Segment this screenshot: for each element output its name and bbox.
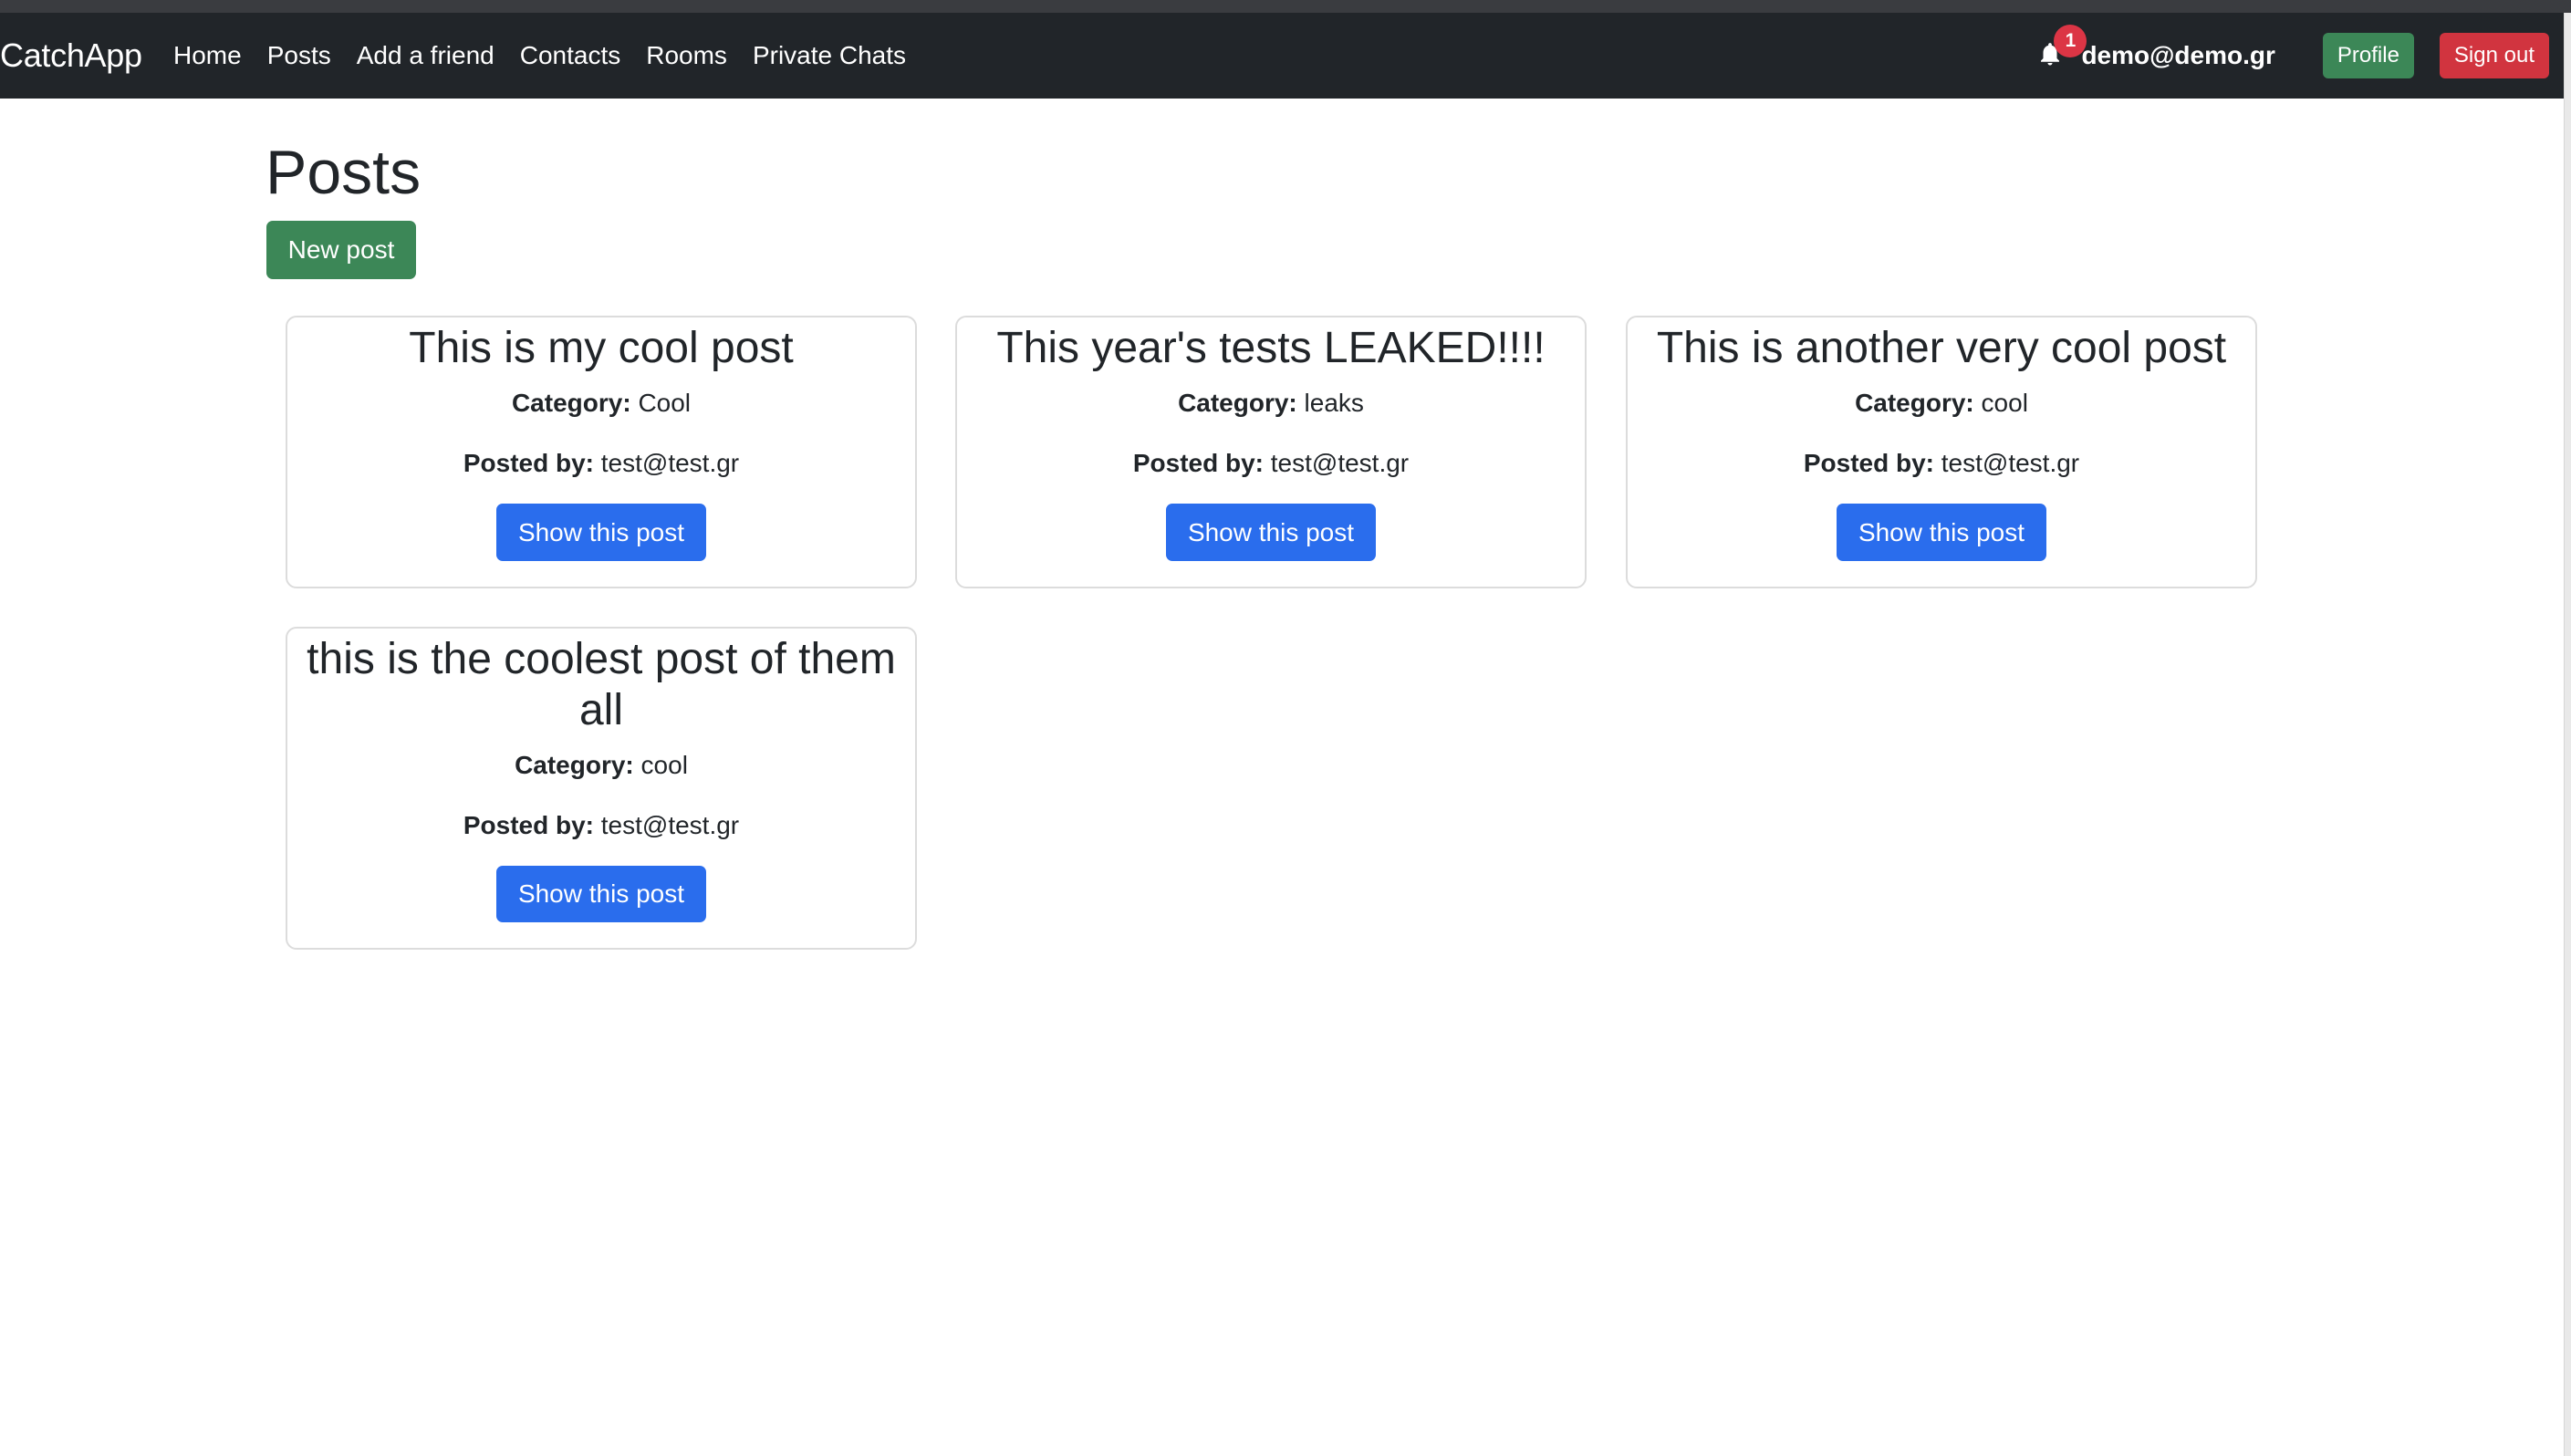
nav-link-add-friend[interactable]: Add a friend <box>357 41 494 70</box>
category-value: cool <box>640 751 688 779</box>
profile-button[interactable]: Profile <box>2322 33 2414 78</box>
post-title: This is another very cool post <box>1656 324 2227 372</box>
post-category: Category: cool <box>515 749 688 782</box>
nav-link-contacts[interactable]: Contacts <box>520 41 621 70</box>
post-title: this is the coolest post of them all <box>307 635 896 734</box>
sign-out-button[interactable]: Sign out <box>2439 33 2549 78</box>
post-title: This year's tests LEAKED!!!! <box>996 324 1546 372</box>
post-card: this is the coolest post of them all Cat… <box>286 627 917 950</box>
navbar: CatchApp Home Posts Add a friend Contact… <box>0 13 2564 99</box>
posted-by-label: Posted by: <box>1803 449 1934 477</box>
post-category: Category: leaks <box>1178 387 1364 420</box>
brand-logo-text[interactable]: CatchApp <box>0 13 142 99</box>
post-author: Posted by: test@test.gr <box>463 447 739 480</box>
post-title: This is my cool post <box>409 324 794 372</box>
post-author: Posted by: test@test.gr <box>463 809 739 842</box>
category-label: Category: <box>1178 389 1297 417</box>
category-value: leaks <box>1304 389 1364 417</box>
nav-user-area: 1 demo@demo.gr Profile Sign out <box>2032 13 2564 99</box>
category-label: Category: <box>511 389 631 417</box>
category-label: Category: <box>515 751 634 779</box>
category-value: Cool <box>638 389 692 417</box>
show-post-button[interactable]: Show this post <box>496 866 706 922</box>
category-value: cool <box>1981 389 2028 417</box>
posted-by-label: Posted by: <box>463 811 594 839</box>
posted-by-label: Posted by: <box>1132 449 1264 477</box>
post-card: This is another very cool post Category:… <box>1626 316 2257 588</box>
window-top-strip <box>0 0 2571 13</box>
post-author: Posted by: test@test.gr <box>1133 447 1409 480</box>
posted-by-value: test@test.gr <box>600 449 740 477</box>
category-label: Category: <box>1855 389 1974 417</box>
posted-by-value: test@test.gr <box>1270 449 1410 477</box>
post-author: Posted by: test@test.gr <box>1804 447 2079 480</box>
nav-links: Home Posts Add a friend Contacts Rooms P… <box>173 13 932 99</box>
post-card: This is my cool post Category: Cool Post… <box>286 316 917 588</box>
notifications-button[interactable]: 1 <box>2032 25 2087 74</box>
new-post-button[interactable]: New post <box>266 221 416 279</box>
posted-by-label: Posted by: <box>463 449 594 477</box>
posted-by-value: test@test.gr <box>1941 449 2080 477</box>
posted-by-value: test@test.gr <box>600 811 740 839</box>
post-category: Category: Cool <box>512 387 691 420</box>
nav-link-posts[interactable]: Posts <box>267 41 331 70</box>
post-card: This year's tests LEAKED!!!! Category: l… <box>955 316 1587 588</box>
nav-link-private-chats[interactable]: Private Chats <box>753 41 906 70</box>
show-post-button[interactable]: Show this post <box>496 504 706 561</box>
post-category: Category: cool <box>1855 387 2028 420</box>
show-post-button[interactable]: Show this post <box>1837 504 2046 561</box>
user-email: demo@demo.gr <box>2081 41 2275 69</box>
show-post-button[interactable]: Show this post <box>1166 504 1376 561</box>
page-title: Posts <box>265 138 422 207</box>
nav-link-home[interactable]: Home <box>173 41 242 70</box>
nav-link-rooms[interactable]: Rooms <box>646 41 727 70</box>
page-scrollbar[interactable] <box>2564 13 2571 1456</box>
